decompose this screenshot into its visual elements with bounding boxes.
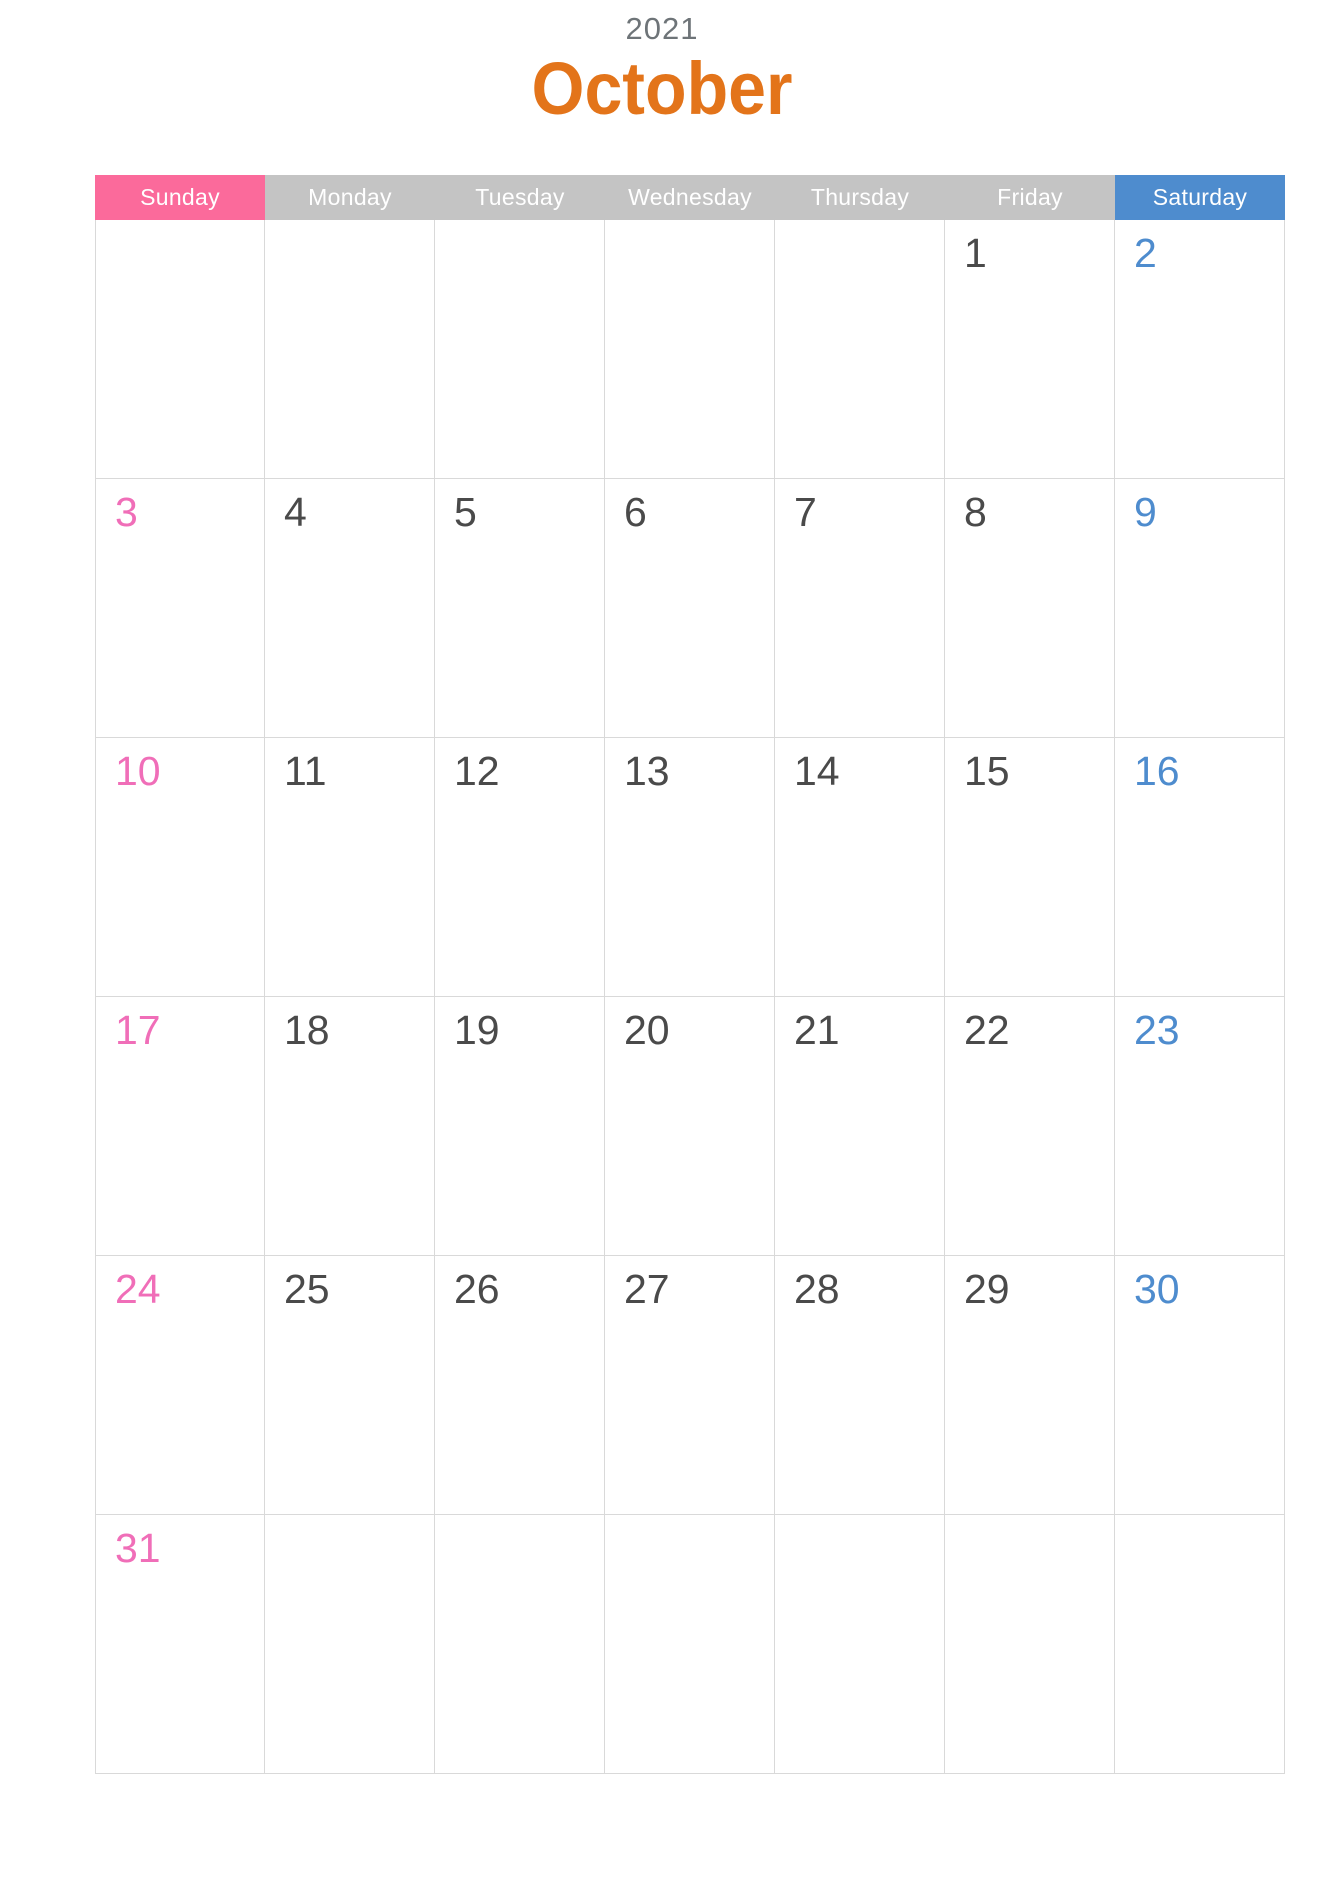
weekday-header-tuesday: Tuesday — [435, 175, 605, 220]
day-cell-16[interactable]: 16 — [1115, 738, 1285, 997]
day-cell-6[interactable]: 6 — [605, 479, 775, 738]
day-cell-23[interactable]: 23 — [1115, 997, 1285, 1256]
day-number: 24 — [115, 1266, 161, 1312]
day-cell-2[interactable]: 2 — [1115, 220, 1285, 479]
day-cell-28[interactable]: 28 — [775, 1256, 945, 1515]
day-number: 3 — [115, 489, 138, 535]
day-cell-12[interactable]: 12 — [435, 738, 605, 997]
weekday-header-thursday: Thursday — [775, 175, 945, 220]
day-number: 25 — [284, 1266, 330, 1312]
day-cell-7[interactable]: 7 — [775, 479, 945, 738]
calendar-title-block: 2021 October — [0, 10, 1324, 130]
month-title: October — [531, 47, 793, 130]
day-number: 7 — [794, 489, 817, 535]
calendar-weeks: 1 2 3 4 5 6 7 8 9 10 11 12 13 14 15 16 17 18 19 20 21 22 23 24 2… — [95, 220, 1285, 1774]
day-cell-1[interactable]: 1 — [945, 220, 1115, 479]
day-number: 23 — [1134, 1007, 1180, 1053]
day-number: 8 — [964, 489, 987, 535]
day-number: 9 — [1134, 489, 1157, 535]
day-cell-30[interactable]: 30 — [1115, 1256, 1285, 1515]
calendar-week-row: 3 4 5 6 7 8 9 — [95, 479, 1285, 738]
day-cell-22[interactable]: 22 — [945, 997, 1115, 1256]
day-number: 18 — [284, 1007, 330, 1053]
day-cell-8[interactable]: 8 — [945, 479, 1115, 738]
day-number: 5 — [454, 489, 477, 535]
day-number: 17 — [115, 1007, 161, 1053]
day-number: 20 — [624, 1007, 670, 1053]
day-cell-18[interactable]: 18 — [265, 997, 435, 1256]
day-number: 15 — [964, 748, 1010, 794]
day-cell-empty — [435, 1515, 605, 1774]
day-number: 2 — [1134, 230, 1157, 276]
day-cell-5[interactable]: 5 — [435, 479, 605, 738]
day-cell-29[interactable]: 29 — [945, 1256, 1115, 1515]
day-number: 16 — [1134, 748, 1180, 794]
day-cell-3[interactable]: 3 — [95, 479, 265, 738]
day-number: 6 — [624, 489, 647, 535]
day-number: 28 — [794, 1266, 840, 1312]
day-cell-24[interactable]: 24 — [95, 1256, 265, 1515]
day-cell-empty — [945, 1515, 1115, 1774]
day-cell-27[interactable]: 27 — [605, 1256, 775, 1515]
calendar-week-row: 31 — [95, 1515, 1285, 1774]
day-cell-empty — [605, 1515, 775, 1774]
calendar-week-row: 10 11 12 13 14 15 16 — [95, 738, 1285, 997]
day-cell-20[interactable]: 20 — [605, 997, 775, 1256]
day-number: 21 — [794, 1007, 840, 1053]
day-cell-empty — [1115, 1515, 1285, 1774]
day-number: 19 — [454, 1007, 500, 1053]
weekday-header-row: Sunday Monday Tuesday Wednesday Thursday Frid… — [95, 175, 1285, 220]
day-cell-empty — [265, 220, 435, 479]
day-number: 10 — [115, 748, 161, 794]
day-cell-empty — [265, 1515, 435, 1774]
day-number: 1 — [964, 230, 987, 276]
day-number: 13 — [624, 748, 670, 794]
day-cell-10[interactable]: 10 — [95, 738, 265, 997]
day-cell-15[interactable]: 15 — [945, 738, 1115, 997]
calendar-week-row: 17 18 19 20 21 22 23 — [95, 997, 1285, 1256]
day-number: 14 — [794, 748, 840, 794]
day-cell-11[interactable]: 11 — [265, 738, 435, 997]
day-cell-empty — [605, 220, 775, 479]
weekday-header-monday: Monday — [265, 175, 435, 220]
day-number: 12 — [454, 748, 500, 794]
day-cell-17[interactable]: 17 — [95, 997, 265, 1256]
calendar-page: 2021 October Sunday Monday Tuesday Wednesda… — [0, 0, 1324, 1880]
day-number: 29 — [964, 1266, 1010, 1312]
day-cell-13[interactable]: 13 — [605, 738, 775, 997]
day-cell-31[interactable]: 31 — [95, 1515, 265, 1774]
day-cell-25[interactable]: 25 — [265, 1256, 435, 1515]
day-number: 31 — [115, 1525, 161, 1571]
weekday-header-wednesday: Wednesday — [605, 175, 775, 220]
day-cell-empty — [95, 220, 265, 479]
day-number: 22 — [964, 1007, 1010, 1053]
day-number: 11 — [284, 748, 327, 794]
day-number: 27 — [624, 1266, 670, 1312]
day-cell-empty — [435, 220, 605, 479]
day-cell-21[interactable]: 21 — [775, 997, 945, 1256]
day-cell-empty — [775, 220, 945, 479]
day-cell-empty — [775, 1515, 945, 1774]
day-cell-4[interactable]: 4 — [265, 479, 435, 738]
day-cell-19[interactable]: 19 — [435, 997, 605, 1256]
year-label: 2021 — [625, 11, 699, 46]
calendar-week-row: 12 — [95, 220, 1285, 479]
weekday-header-sunday: Sunday — [95, 175, 265, 220]
day-cell-9[interactable]: 9 — [1115, 479, 1285, 738]
day-cell-26[interactable]: 26 — [435, 1256, 605, 1515]
day-number: 30 — [1134, 1266, 1180, 1312]
day-cell-14[interactable]: 14 — [775, 738, 945, 997]
month-calendar-grid: Sunday Monday Tuesday Wednesday Thursday Frid… — [95, 175, 1285, 1774]
day-number: 26 — [454, 1266, 500, 1312]
weekday-header-saturday: Saturday — [1115, 175, 1285, 220]
calendar-week-row: 24 25 26 27 28 29 30 — [95, 1256, 1285, 1515]
day-number: 4 — [284, 489, 307, 535]
weekday-header-friday: Friday — [945, 175, 1115, 220]
